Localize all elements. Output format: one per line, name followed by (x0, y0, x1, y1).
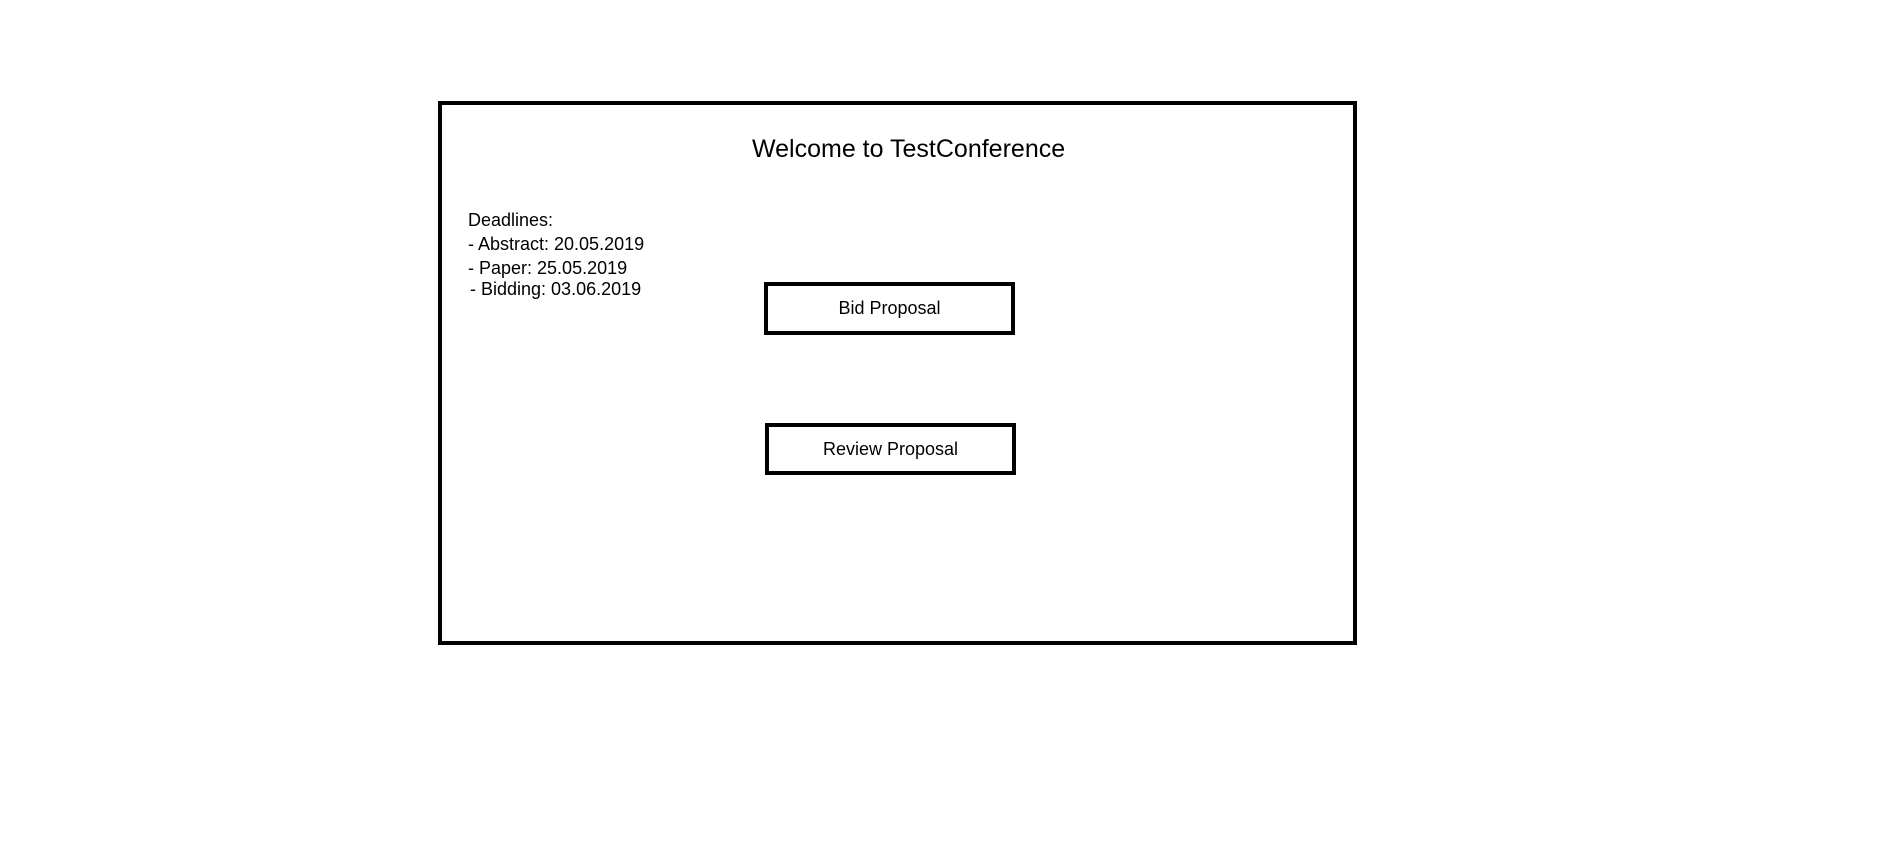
main-panel (438, 101, 1357, 645)
review-proposal-button[interactable]: Review Proposal (765, 423, 1016, 475)
deadlines-heading: Deadlines: (468, 210, 554, 230)
bid-proposal-button[interactable]: Bid Proposal (764, 282, 1015, 335)
deadline-bidding: - Bidding: 03.06.2019 (470, 279, 642, 299)
deadline-paper: - Paper: 25.05.2019 (468, 258, 628, 278)
page-title: Welcome to TestConference (752, 135, 1066, 163)
deadline-abstract: - Abstract: 20.05.2019 (468, 234, 645, 254)
